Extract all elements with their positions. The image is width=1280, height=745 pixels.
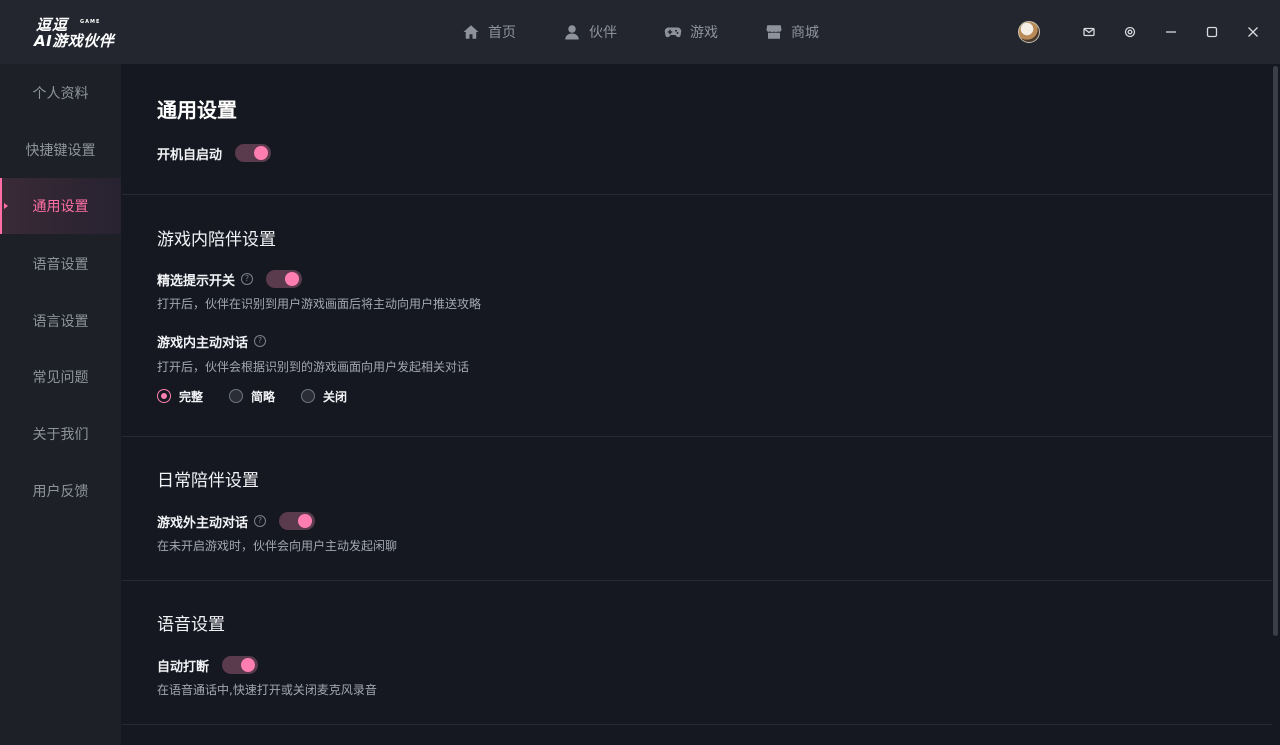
nav-store-label: 商城 (791, 25, 819, 41)
autostart-row: 开机自启动 (157, 143, 272, 163)
radio-label: 关闭 (323, 389, 348, 404)
radio-label: 简略 (251, 389, 276, 404)
sidebar-item-label: 用户反馈 (32, 484, 89, 500)
sidebar-item-label: 关于我们 (32, 427, 89, 443)
nav-partner-label: 伙伴 (589, 25, 617, 41)
sidebar-item-label: 快捷键设置 (25, 143, 96, 159)
sidebar-item-label: 通用设置 (32, 199, 89, 215)
sidebar-item-voice[interactable]: 语音设置 (0, 236, 121, 292)
settings-content: 通用设置 开机自启动 游戏内陪伴设置 精选提示开关 ? 打开后，伙伴在识别到用户… (122, 64, 1272, 745)
tips-row: 精选提示开关 ? (157, 269, 303, 289)
scrollbar-thumb[interactable] (1273, 66, 1278, 636)
section-divider (122, 436, 1272, 437)
nav-games-label: 游戏 (690, 25, 718, 41)
section-divider (122, 194, 1272, 195)
sidebar-item-profile[interactable]: 个人资料 (0, 65, 121, 121)
store-icon (766, 25, 782, 39)
nav-home[interactable]: 首页 (462, 20, 516, 44)
interrupt-label: 自动打断 (157, 659, 210, 675)
section-divider (122, 580, 1272, 581)
sidebar-item-general[interactable]: 通用设置 (0, 178, 121, 234)
top-nav: 首页 伙伴 游戏 商城 (462, 20, 866, 44)
sidebar-item-feedback[interactable]: 用户反馈 (0, 463, 121, 519)
settings-button[interactable] (1119, 21, 1141, 43)
autostart-toggle[interactable] (235, 144, 272, 162)
nav-store[interactable]: 商城 (765, 20, 819, 44)
tips-toggle[interactable] (266, 270, 303, 288)
sidebar-item-label: 语言设置 (32, 314, 89, 330)
help-icon[interactable]: ? (254, 335, 267, 347)
help-icon[interactable]: ? (241, 273, 254, 285)
user-icon (565, 25, 579, 40)
sidebar-item-shortcuts[interactable]: 快捷键设置 (0, 122, 121, 178)
mail-icon (1083, 27, 1095, 37)
outgame-description: 在未开启游戏时，伙伴会向用户主动发起闲聊 (157, 539, 398, 553)
tips-label: 精选提示开关 (157, 273, 236, 289)
section-divider (122, 724, 1272, 725)
outgame-row: 游戏外主动对话 ? (157, 511, 316, 531)
radio-full[interactable]: 完整 (157, 388, 203, 405)
maximize-button[interactable] (1201, 21, 1223, 43)
minimize-icon (1166, 31, 1176, 33)
radio-brief[interactable]: 简略 (229, 388, 275, 405)
help-icon[interactable]: ? (254, 515, 267, 527)
interrupt-description: 在语音通话中,快速打开或关闭麦克风录音 (157, 683, 377, 697)
sidebar-item-about[interactable]: 关于我们 (0, 406, 121, 462)
ingame-dialog-label: 游戏内主动对话 (157, 335, 249, 351)
app-logo: 逗逗 GAME AI游戏伙伴 (34, 14, 134, 50)
outgame-label: 游戏外主动对话 (157, 515, 249, 531)
interrupt-toggle[interactable] (222, 656, 259, 674)
tips-description: 打开后，伙伴在识别到用户游戏画面后将主动向用户推送攻略 (157, 297, 482, 311)
radio-label: 完整 (179, 389, 204, 404)
nav-games[interactable]: 游戏 (664, 20, 718, 44)
autostart-label: 开机自启动 (157, 147, 223, 163)
sidebar-item-faq[interactable]: 常见问题 (0, 349, 121, 405)
close-icon (1248, 27, 1258, 37)
sidebar-item-language[interactable]: 语言设置 (0, 293, 121, 349)
sidebar-item-label: 个人资料 (32, 86, 89, 102)
ingame-dialog-row: 游戏内主动对话 ? (157, 331, 267, 351)
logo-line2: AI游戏伙伴 (34, 32, 115, 50)
nav-partner[interactable]: 伙伴 (563, 20, 617, 44)
section-title-ingame: 游戏内陪伴设置 (157, 230, 276, 250)
outgame-toggle[interactable] (279, 512, 316, 530)
section-title-daily: 日常陪伴设置 (157, 471, 259, 491)
close-button[interactable] (1242, 21, 1264, 43)
gamepad-icon (664, 27, 682, 38)
section-title-voice: 语音设置 (157, 615, 225, 635)
settings-icon (1124, 26, 1136, 38)
home-icon (463, 25, 479, 39)
minimize-button[interactable] (1160, 21, 1182, 43)
ingame-dialog-description: 打开后，伙伴会根据识别到的游戏画面向用户发起相关对话 (157, 360, 470, 374)
radio-dot (301, 389, 316, 403)
mail-button[interactable] (1078, 21, 1100, 43)
logo-sub: GAME (80, 19, 101, 25)
radio-off[interactable]: 关闭 (301, 388, 347, 405)
settings-sidebar: 个人资料 快捷键设置 通用设置 语音设置 语言设置 常见问题 关于我们 用户反馈 (0, 64, 121, 745)
maximize-icon (1206, 26, 1218, 38)
ingame-dialog-options: 完整 简略 关闭 (157, 387, 373, 405)
window-controls (1018, 20, 1264, 44)
radio-dot (157, 389, 171, 403)
interrupt-row: 自动打断 (157, 655, 259, 675)
sidebar-item-label: 常见问题 (32, 370, 89, 386)
page-title: 通用设置 (157, 98, 237, 122)
radio-dot (229, 389, 244, 403)
user-avatar[interactable] (1018, 21, 1040, 43)
nav-home-label: 首页 (488, 25, 516, 41)
title-bar: 逗逗 GAME AI游戏伙伴 首页 伙伴 游戏 商城 (0, 0, 1280, 64)
sidebar-item-label: 语音设置 (32, 257, 89, 273)
